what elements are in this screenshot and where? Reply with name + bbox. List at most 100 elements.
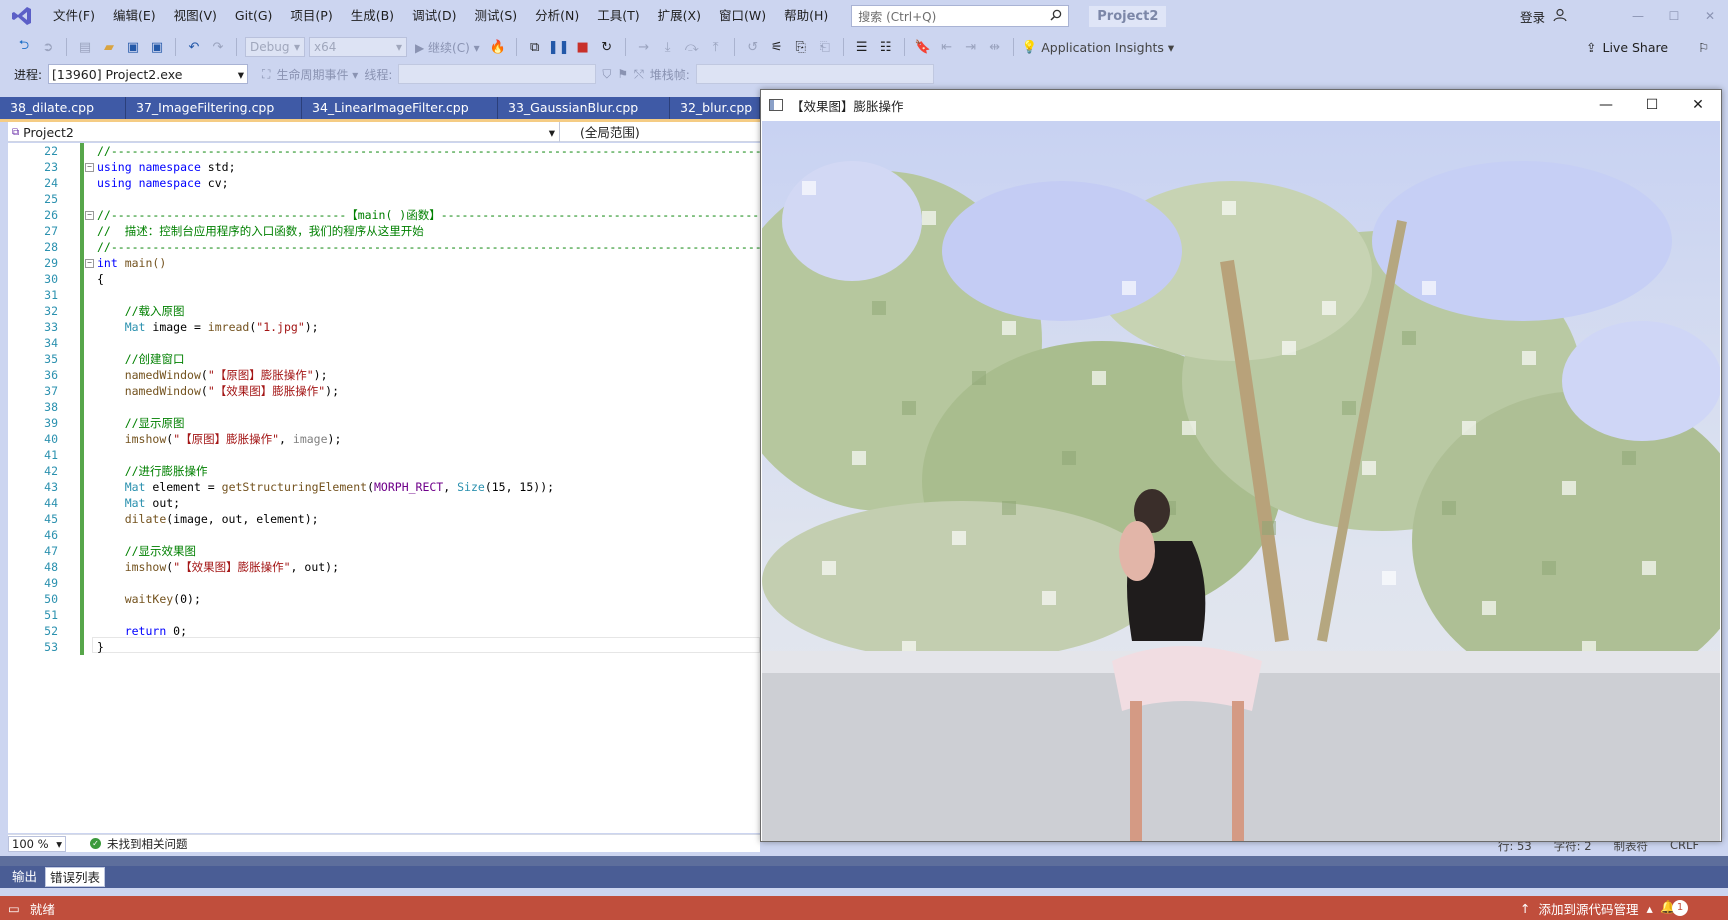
code-line-37: namedWindow("【效果图】膨胀操作"); xyxy=(124,384,340,398)
feedback-icon[interactable]: ⚐ xyxy=(1698,40,1709,55)
menu-tools[interactable]: 工具(T) xyxy=(588,0,648,32)
menu-file[interactable]: 文件(F) xyxy=(44,0,104,32)
code-text-segment: std; xyxy=(200,160,236,174)
step-over-icon[interactable]: ⤼ xyxy=(682,37,702,57)
menu-test[interactable]: 测试(S) xyxy=(465,0,526,32)
opencv-window-titlebar[interactable]: 【效果图】膨胀操作 — ☐ ✕ xyxy=(761,90,1721,120)
search-input[interactable]: 搜索 (Ctrl+Q) xyxy=(851,5,1070,27)
code-line-30: { xyxy=(97,271,757,287)
status-output-icon[interactable]: ▭ xyxy=(8,901,20,916)
menu-project[interactable]: 项目(P) xyxy=(281,0,341,32)
line-number: 33 xyxy=(44,320,58,334)
undo-icon[interactable]: ↶ xyxy=(184,37,204,57)
menu-edit[interactable]: 编辑(E) xyxy=(104,0,165,32)
uncomment-icon[interactable]: ☷ xyxy=(876,37,896,57)
menu-debug[interactable]: 调试(D) xyxy=(403,0,465,32)
maximize-icon[interactable]: ☐ xyxy=(1629,90,1675,120)
tab-output[interactable]: 输出 xyxy=(8,867,41,887)
save-icon[interactable]: ▣ xyxy=(123,37,143,57)
show-next-statement-icon[interactable]: → xyxy=(634,37,654,57)
function-name: imshow xyxy=(124,432,167,446)
notification-count-badge: 1 xyxy=(1672,900,1688,916)
configuration-dropdown[interactable]: Debug ▾ xyxy=(245,37,305,57)
menu-git[interactable]: Git(G) xyxy=(226,0,282,32)
project-dropdown[interactable]: ⧉ Project2 ▾ xyxy=(8,122,560,142)
collapse-icon[interactable]: − xyxy=(85,163,94,172)
open-folder-icon[interactable]: ▰ xyxy=(99,37,119,57)
restart-icon[interactable]: ↻ xyxy=(597,37,617,57)
thread-dropdown[interactable] xyxy=(398,64,597,84)
collapse-icon[interactable]: − xyxy=(85,259,94,268)
source-control-area[interactable]: ↑ 添加到源代码管理 ▴ xyxy=(1520,896,1653,920)
code-editor[interactable]: 22 23 24 25 26 27 28 29 30 31 32 33 34 35 36 37 38 39 40 41… xyxy=(8,143,760,833)
line-number: 35 xyxy=(44,352,58,366)
clear-bookmarks-icon[interactable]: ⇹ xyxy=(985,37,1005,57)
next-bookmark-icon[interactable]: ⇥ xyxy=(961,37,981,57)
issues-indicator[interactable]: ✓ 未找到相关问题 xyxy=(90,836,188,852)
application-insights-button[interactable]: 💡 Application Insights ▾ xyxy=(1022,39,1175,55)
step-out-icon[interactable]: ⤒ xyxy=(706,37,726,57)
menu-extensions[interactable]: 扩展(X) xyxy=(649,0,710,32)
navigate-forward-icon[interactable]: ➲ xyxy=(38,37,58,57)
tab-error-list[interactable]: 错误列表 xyxy=(45,867,106,887)
code-text[interactable]: //--------------------------------------… xyxy=(85,143,760,655)
visual-studio-logo-icon[interactable] xyxy=(0,0,44,32)
zoom-dropdown[interactable]: 100 % ▾ xyxy=(8,835,66,852)
pause-icon[interactable]: ❚❚ xyxy=(548,37,570,57)
close-icon[interactable]: ✕ xyxy=(1675,90,1721,120)
login-link[interactable]: 登录 xyxy=(1520,7,1545,26)
scope-dropdown[interactable]: (全局范围) xyxy=(560,122,640,141)
bookmark-icon[interactable]: 🔖 xyxy=(913,37,933,57)
hex-display-icon[interactable]: ↺ xyxy=(743,37,763,57)
change-tracking-bar xyxy=(80,143,84,655)
code-line-48: imshow("【效果图】膨胀操作", out); xyxy=(124,560,340,574)
continue-button[interactable]: ▶ 继续(C) ▾ xyxy=(411,39,484,56)
menu-build[interactable]: 生成(B) xyxy=(342,0,403,32)
hot-reload-icon[interactable]: 🔥 xyxy=(488,37,508,57)
tab-38-dilate[interactable]: 38_dilate.cpp xyxy=(0,97,126,119)
flag-thread-icon[interactable]: ⚑ xyxy=(617,67,628,81)
thread-icon[interactable]: ⎘ xyxy=(791,37,811,57)
redo-icon[interactable]: ↷ xyxy=(208,37,228,57)
panel-splitter[interactable] xyxy=(0,856,1728,866)
comment-icon[interactable]: ☰ xyxy=(852,37,872,57)
collapse-icon[interactable]: − xyxy=(85,211,94,220)
menu-view[interactable]: 视图(V) xyxy=(165,0,226,32)
toggle-threads-icon[interactable]: ⤲ xyxy=(634,67,644,82)
add-to-source-control[interactable]: 添加到源代码管理 xyxy=(1538,899,1638,918)
menu-window[interactable]: 窗口(W) xyxy=(710,0,775,32)
platform-dropdown[interactable]: x64 ▾ xyxy=(309,37,407,57)
tab-33-gaussianblur[interactable]: 33_GaussianBlur.cpp xyxy=(498,97,670,119)
close-icon[interactable]: ✕ xyxy=(1692,0,1728,32)
minimize-icon[interactable]: — xyxy=(1620,0,1656,32)
line-number: 29 xyxy=(44,256,58,270)
tab-37-imagefiltering[interactable]: 37_ImageFiltering.cpp xyxy=(126,97,302,119)
lifecycle-events-button[interactable]: 生命周期事件 ▾ xyxy=(276,66,358,83)
code-line-44: Mat out; xyxy=(97,495,757,511)
maximize-icon[interactable]: ☐ xyxy=(1656,0,1692,32)
application-insights-label: Application Insights xyxy=(1041,39,1164,55)
prev-bookmark-icon[interactable]: ⇤ xyxy=(937,37,957,57)
stack-icon[interactable]: ⎗ xyxy=(815,37,835,57)
line-number: 42 xyxy=(44,464,58,478)
minimize-icon[interactable]: — xyxy=(1583,90,1629,120)
screenshot-icon[interactable]: ⧉ xyxy=(525,37,545,57)
navigate-back-icon[interactable]: ⮌ xyxy=(14,37,34,57)
filter-icon[interactable]: ⛉ xyxy=(602,67,611,82)
tab-32-blur[interactable]: 32_blur.cpp xyxy=(670,97,760,119)
tab-34-linearimagefilter[interactable]: 34_LinearImageFilter.cpp xyxy=(302,97,498,119)
opencv-result-window[interactable]: 【效果图】膨胀操作 — ☐ ✕ xyxy=(760,89,1722,842)
account-area[interactable]: 登录 xyxy=(1520,0,1567,32)
new-project-icon[interactable]: ▤ xyxy=(75,37,95,57)
breakpoints-icon[interactable]: ⚟ xyxy=(767,37,787,57)
live-share-button[interactable]: ⇪ Live Share ⚐ xyxy=(1586,32,1709,62)
stop-icon[interactable]: ■ xyxy=(573,37,593,57)
menu-help[interactable]: 帮助(H) xyxy=(775,0,837,32)
step-into-icon[interactable]: ⤓ xyxy=(658,37,678,57)
lifecycle-events-icon[interactable]: ⛶ xyxy=(262,67,270,82)
process-dropdown[interactable]: [13960] Project2.exe ▾ xyxy=(48,64,249,84)
menu-analyze[interactable]: 分析(N) xyxy=(526,0,588,32)
account-icon[interactable] xyxy=(1553,8,1567,25)
stack-frame-dropdown[interactable] xyxy=(695,64,934,84)
save-all-icon[interactable]: ▣ xyxy=(147,37,167,57)
